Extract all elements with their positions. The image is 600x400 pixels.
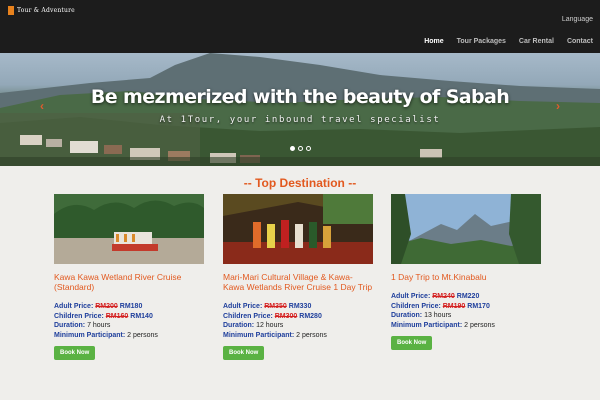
hero-slider: Be mezmerized with the beauty of Sabah A… — [0, 53, 600, 166]
nav-tour-packages[interactable]: Tour Packages — [457, 38, 506, 45]
logo-icon — [8, 6, 14, 15]
slider-next-arrow-icon[interactable]: › — [556, 99, 560, 113]
card-title[interactable]: Kawa Kawa Wetland River Cruise (Standard… — [54, 272, 204, 292]
children-price: Children Price: RM160 RM140 — [54, 312, 153, 320]
section-title: -- Top Destination -- — [243, 176, 357, 190]
site-logo[interactable]: Tour & Adventure — [8, 6, 75, 15]
slider-dot-3[interactable] — [306, 146, 311, 151]
minimum-participant: Minimum Participant: 2 persons — [391, 321, 495, 329]
adult-price: Adult Price: RM350 RM330 — [223, 303, 312, 310]
slider-dot-2[interactable] — [298, 146, 303, 151]
card-title[interactable]: 1 Day Trip to Mt.Kinabalu — [391, 272, 541, 282]
duration: Duration: 13 hours — [391, 312, 452, 319]
language-selector[interactable]: Language — [562, 16, 593, 23]
children-price: Children Price: RM300 RM280 — [223, 312, 322, 320]
destination-card: 1 Day Trip to Mt.Kinabalu Adult Price: R… — [391, 194, 541, 350]
mt-kinabalu-image[interactable] — [391, 194, 541, 264]
nav-contact[interactable]: Contact — [567, 38, 593, 45]
slider-prev-arrow-icon[interactable]: ‹ — [40, 99, 44, 113]
slider-dots — [290, 146, 311, 151]
adult-price: Adult Price: RM240 RM220 — [391, 293, 480, 300]
minimum-participant: Minimum Participant: 2 persons — [223, 331, 327, 339]
book-now-button[interactable]: Book Now — [223, 346, 265, 360]
children-price: Children Price: RM190 RM170 — [391, 302, 490, 310]
logo-text: Tour & Adventure — [17, 7, 75, 14]
destination-card: Mari-Mari Cultural Village & Kawa-Kawa W… — [223, 194, 373, 360]
adult-price: Adult Price: RM200 RM180 — [54, 303, 143, 310]
nav-home[interactable]: Home — [424, 38, 443, 45]
book-now-button[interactable]: Book Now — [54, 346, 96, 360]
slider-dot-1[interactable] — [290, 146, 295, 151]
hero-title: Be mezmerized with the beauty of Sabah — [90, 86, 510, 108]
site-header: Tour & Adventure Language Home Tour Pack… — [0, 0, 600, 53]
duration: Duration: 7 hours — [54, 322, 111, 329]
duration: Duration: 12 hours — [223, 322, 284, 329]
card-title[interactable]: Mari-Mari Cultural Village & Kawa-Kawa W… — [223, 272, 373, 292]
book-now-button[interactable]: Book Now — [391, 336, 433, 350]
cultural-village-image[interactable] — [223, 194, 373, 264]
main-nav: Home Tour Packages Car Rental Contact — [424, 38, 593, 45]
destination-card: Kawa Kawa Wetland River Cruise (Standard… — [54, 194, 204, 360]
hero-subtitle: At 1Tour, your inbound travel specialist — [159, 115, 441, 125]
minimum-participant: Minimum Participant: 2 persons — [54, 331, 158, 339]
river-cruise-image[interactable] — [54, 194, 204, 264]
nav-car-rental[interactable]: Car Rental — [519, 38, 554, 45]
